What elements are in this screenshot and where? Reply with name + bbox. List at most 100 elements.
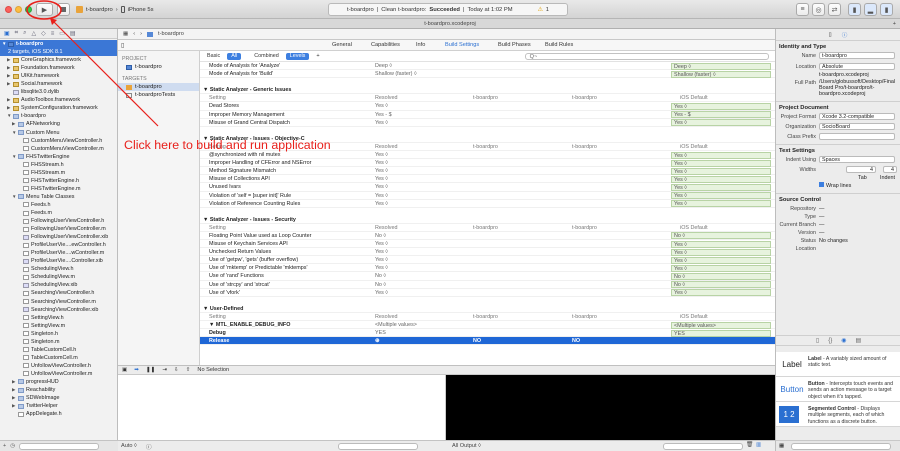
setting-resolved-value[interactable]: Yes ◊ xyxy=(375,151,388,159)
variables-filter-input[interactable] xyxy=(338,443,418,450)
settings-row[interactable]: Use of 'mktemp' or Predictable 'mktemps'… xyxy=(200,264,775,273)
settings-row[interactable]: Unchecked Return Values Yes ◊ Yes ◊ xyxy=(200,248,775,257)
setting-resolved-value[interactable]: Yes ◊ xyxy=(375,256,388,264)
add-tab-icon[interactable]: + xyxy=(893,19,896,29)
library-item[interactable]: 1 2 Segmented Control - Displays multiple… xyxy=(776,402,900,427)
navigator-row[interactable]: ProfileUserVie....Controller.xib xyxy=(0,257,117,265)
setting-resolved-value[interactable]: Yes ◊ xyxy=(375,175,388,183)
forward-icon[interactable]: › xyxy=(140,31,142,37)
settings-row[interactable]: Violation of Reference Counting Rules Yes… xyxy=(200,200,775,208)
grid-view-icon[interactable]: ▦ xyxy=(779,443,784,449)
navigator-row[interactable]: ▶ Reachability xyxy=(0,386,117,394)
navigator-row[interactable]: ▶ AudioToolbox.framework xyxy=(0,96,117,104)
navigator-row[interactable]: TableCustomCell.h xyxy=(0,346,117,354)
navigator-row[interactable]: Singleton.m xyxy=(0,338,117,346)
navigator-row[interactable]: ▼ FHSTwitterEngine xyxy=(0,153,117,161)
setting-resolved-value[interactable]: Yes - $ xyxy=(375,111,392,119)
navigator-row[interactable]: ▼ t-boardpro xyxy=(0,112,117,120)
warning-count[interactable]: 1 xyxy=(546,7,549,13)
setting-resolved-value[interactable]: Yes ◊ xyxy=(375,192,388,200)
settings-row[interactable]: Misuse of Collections API Yes ◊ Yes ◊ xyxy=(200,175,775,184)
navigator-row[interactable]: AppDelegate.h xyxy=(0,410,117,418)
setting-resolved-value[interactable]: Shallow (faster) ◊ xyxy=(375,70,417,78)
navigator-row[interactable]: 2 targets, iOS SDK 8.1 xyxy=(0,48,117,57)
settings-section-header[interactable]: ▼ Static Analyzer - Generic Issues xyxy=(200,86,775,95)
settings-row[interactable]: Use of 'vfork' Yes ◊ Yes ◊ xyxy=(200,289,775,297)
settings-row[interactable]: Improper Memory Management Yes - $ Yes - $ xyxy=(200,111,775,119)
setting-resolved-value[interactable]: Deep ◊ xyxy=(375,62,392,70)
jump-bar-crumb[interactable]: t-boardpro xyxy=(158,31,184,37)
all-filter[interactable]: All xyxy=(227,52,242,60)
navigator-row[interactable]: ▶ CoreGraphics.framework xyxy=(0,56,117,64)
settings-row[interactable]: @synchronized with nil mutex Yes ◊ Yes ◊ xyxy=(200,151,775,160)
settings-row[interactable]: Dead Stores Yes ◊ Yes ◊ xyxy=(200,102,775,111)
navigator-row[interactable]: ▶ AFNetworking xyxy=(0,120,117,128)
library-item[interactable]: Button Button - Intercepts touch events a… xyxy=(776,377,900,402)
target-item[interactable]: t-boardproTests xyxy=(118,91,199,99)
navigator-row[interactable]: SearchingViewController.m xyxy=(0,298,117,306)
report-icon[interactable]: ▤ xyxy=(70,30,76,37)
tab-build-rules[interactable]: Build Rules xyxy=(545,42,573,48)
toggle-utilities-button[interactable]: ▮ xyxy=(880,3,893,16)
setting-resolved-value[interactable]: Yes ◊ xyxy=(375,119,388,127)
setting-project-value[interactable]: NO xyxy=(572,337,580,345)
navigator-row[interactable]: ▶ Foundation.framework xyxy=(0,64,117,72)
breakpoint-icon[interactable]: ▭ xyxy=(59,30,65,37)
settings-section-header[interactable]: ▼ Static Analyzer - Issues - Security xyxy=(200,216,775,224)
setting-resolved-value[interactable]: Yes ◊ xyxy=(375,200,388,208)
navigator-row[interactable]: UnfollowViewController.h xyxy=(0,362,117,370)
class-prefix-field[interactable] xyxy=(819,133,895,140)
trash-icon[interactable]: 🗑 xyxy=(746,442,753,448)
add-condition-icon[interactable]: ⊕ xyxy=(375,337,380,345)
navigator-row[interactable]: SearchingViewController.h xyxy=(0,289,117,297)
folder-icon[interactable]: ▣ xyxy=(4,30,10,37)
console-view[interactable] xyxy=(446,375,775,440)
scheme-selector[interactable]: t-boardpro › iPhone 5s xyxy=(76,4,153,15)
hide-debug-icon[interactable]: ▣ xyxy=(122,367,127,373)
library-item[interactable]: Label Label - A variably sized amount of … xyxy=(776,352,900,377)
navigator-row[interactable]: SettingView.h xyxy=(0,314,117,322)
version-editor-button[interactable]: ⇄ xyxy=(828,3,841,16)
navigator-row[interactable]: FHSStream.m xyxy=(0,169,117,177)
tab-capabilities[interactable]: Capabilities xyxy=(371,42,400,48)
setting-resolved-value[interactable]: Yes ◊ xyxy=(375,248,388,256)
navigator-row[interactable]: Feeds.h xyxy=(0,201,117,209)
navigator-row[interactable]: FollowingUserViewController.h xyxy=(0,217,117,225)
navigator-row[interactable]: ▶ UIKit.framework xyxy=(0,72,117,80)
minimize-window-button[interactable] xyxy=(15,6,22,13)
settings-row-selected[interactable]: Release ⊕ NO NO xyxy=(200,337,775,346)
add-setting-button[interactable]: + xyxy=(316,53,319,59)
tab-info[interactable]: Info xyxy=(416,42,425,48)
navigator-row[interactable]: SettingView.m xyxy=(0,322,117,330)
assistant-editor-button[interactable]: ◎ xyxy=(812,3,825,16)
issue-icon[interactable]: △ xyxy=(31,30,36,37)
navigator-row[interactable]: ▶ TwitterHelper xyxy=(0,402,117,410)
navigator-row[interactable]: ▼ Custom Menu xyxy=(0,129,117,137)
toggle-navigator-button[interactable]: ▮ xyxy=(848,3,861,16)
navigator-row[interactable]: TableCustomCell.m xyxy=(0,354,117,362)
settings-row[interactable]: Use of 'getpw', 'gets' (buffer overflow)… xyxy=(200,256,775,265)
project-item[interactable]: t-boardpro xyxy=(118,63,199,71)
run-button[interactable]: ▶ xyxy=(36,3,53,16)
navigator-row[interactable]: ▶ Social.framework xyxy=(0,80,117,88)
navigator-row[interactable]: SearchingViewController.xib xyxy=(0,306,117,314)
navigator-row[interactable]: FHSTwitterEngine.m xyxy=(0,185,117,193)
navigator-row[interactable]: CustomMenuViewController.h xyxy=(0,137,117,145)
settings-row[interactable]: Violation of 'self = [super init]' Rule Y… xyxy=(200,192,775,200)
auto-selector[interactable]: Auto ◊ xyxy=(121,443,137,449)
location-select[interactable]: Absolute xyxy=(819,63,895,70)
setting-resolved-value[interactable]: No ◊ xyxy=(375,232,386,240)
quick-help-icon[interactable]: ⓘ xyxy=(842,31,848,39)
code-snippet-icon[interactable]: {} xyxy=(828,338,832,344)
file-template-icon[interactable]: ▯ xyxy=(816,337,819,344)
info-icon[interactable]: ⓘ xyxy=(146,443,152,451)
tab-build-settings[interactable]: Build Settings xyxy=(445,42,479,48)
add-icon[interactable]: + xyxy=(3,443,6,449)
indent-width-field[interactable]: 4 xyxy=(883,166,897,173)
setting-resolved-value[interactable]: No ◊ xyxy=(375,272,386,280)
standard-editor-button[interactable]: ≡ xyxy=(796,3,809,16)
toggle-debug-button[interactable]: ▂ xyxy=(864,3,877,16)
warning-icon[interactable]: ⚠ xyxy=(538,7,543,13)
setting-resolved-value[interactable]: Yes ◊ xyxy=(375,264,388,272)
setting-resolved-value[interactable]: Yes ◊ xyxy=(375,240,388,248)
